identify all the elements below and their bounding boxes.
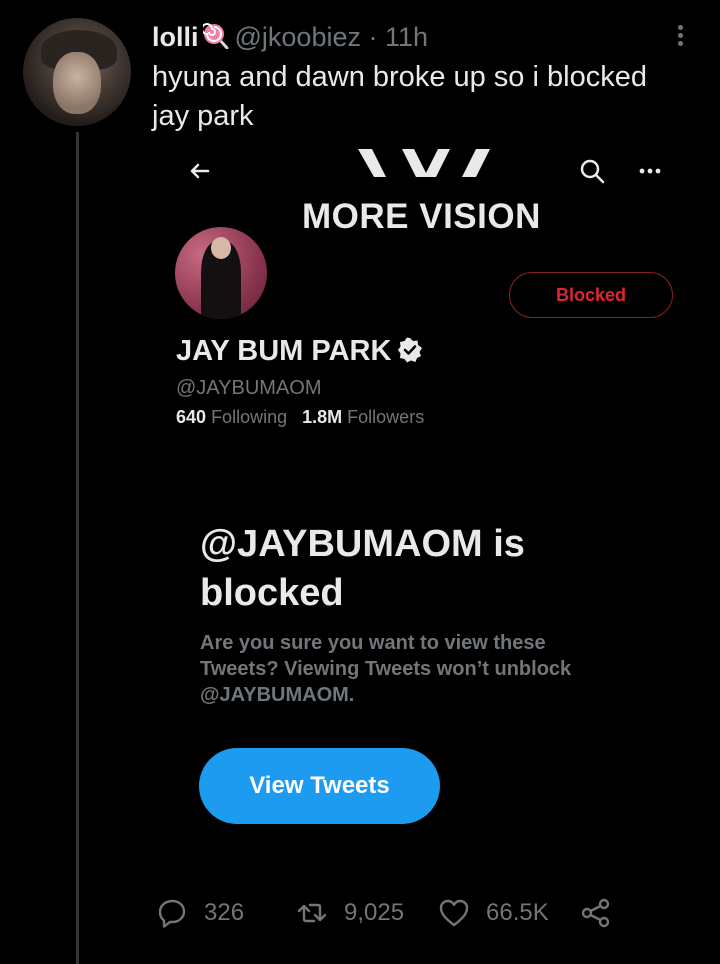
- view-tweets-button: View Tweets: [199, 748, 440, 824]
- following-label: Following: [211, 407, 288, 427]
- verified-icon: [398, 337, 423, 363]
- followers-label: Followers: [347, 407, 425, 427]
- author-handle[interactable]: @jkoobiez: [235, 22, 361, 52]
- author-avatar[interactable]: [23, 18, 131, 126]
- back-arrow-icon: [190, 163, 210, 179]
- more-icon[interactable]: [672, 22, 688, 48]
- blocked-button: Blocked: [509, 272, 673, 318]
- like-button[interactable]: 66.5K: [438, 893, 549, 933]
- followers-count: 1.8M: [302, 407, 343, 427]
- brand-title: MORE VISION: [302, 197, 541, 236]
- tweet-header: lolli @jkoobiez · 11h: [152, 20, 428, 54]
- reply-icon: [158, 899, 186, 928]
- brand-logo: [358, 149, 490, 177]
- search-icon: [580, 159, 605, 184]
- dots-icon: [639, 168, 661, 174]
- tweet-text: hyuna and dawn broke up so i blocked jay…: [152, 61, 647, 132]
- retweet-button[interactable]: 9,025: [296, 893, 404, 933]
- display-name-text: JAY BUM PARK: [176, 335, 392, 367]
- like-icon: [439, 899, 469, 927]
- blocked-description: Are you sure you want to view these Twee…: [200, 632, 572, 706]
- share-icon[interactable]: [581, 898, 611, 928]
- author-name[interactable]: lolli: [152, 22, 199, 52]
- blocked-title: @JAYBUMAOM is blocked: [200, 523, 525, 614]
- reply-count: 326: [204, 899, 245, 926]
- following-count: 640: [176, 407, 207, 427]
- retweet-icon: [297, 903, 327, 923]
- profile-stats: 640 Following 1.8M Followers: [176, 407, 424, 428]
- profile-handle: @JAYBUMAOM: [176, 377, 322, 399]
- lollipop-icon: [202, 23, 228, 49]
- separator-dot: ·: [368, 22, 378, 52]
- reply-button[interactable]: 326: [156, 893, 244, 933]
- profile-avatar: [175, 227, 267, 319]
- like-count: 66.5K: [486, 899, 549, 926]
- profile-display-name: JAY BUM PARK: [176, 335, 423, 368]
- thread-line: [76, 132, 79, 964]
- tweet-time[interactable]: 11h: [385, 22, 428, 52]
- retweet-count: 9,025: [344, 899, 405, 926]
